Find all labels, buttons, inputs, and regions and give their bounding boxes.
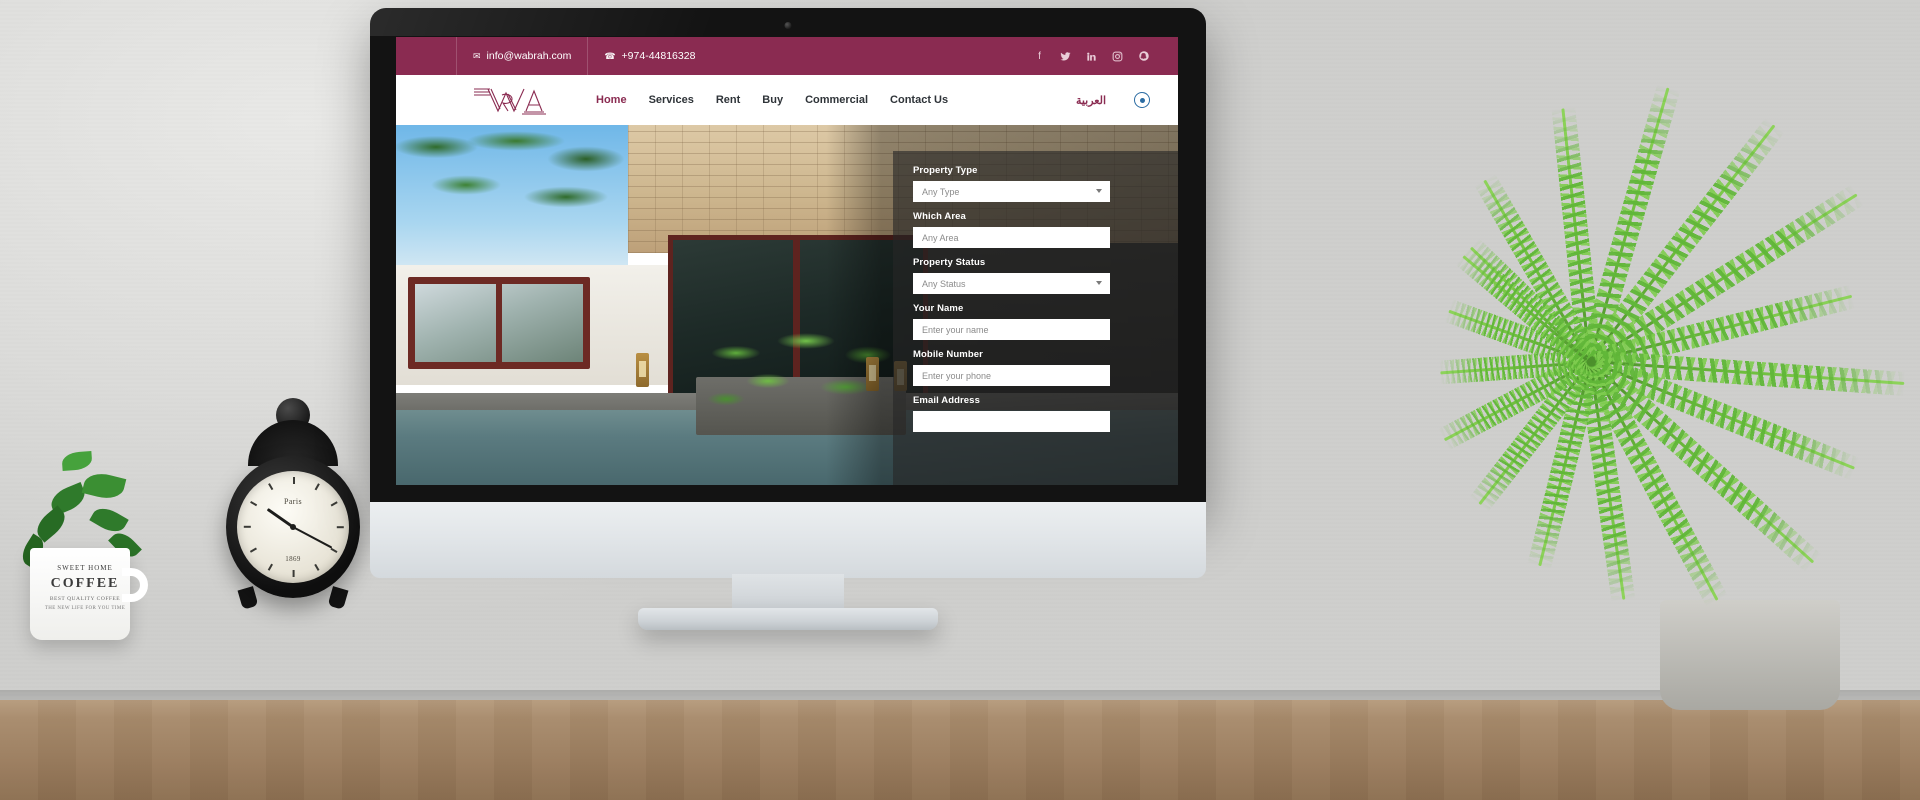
webcam-icon (784, 22, 792, 29)
field-which-area: Which Area Any Area (913, 211, 1160, 248)
topbar-email-text: info@wabrah.com (486, 50, 572, 62)
clock-foot-left (237, 586, 259, 610)
twitter-bird-shape (1060, 51, 1071, 60)
navbar-right-group: العربية (1076, 92, 1150, 108)
wabrah-logo[interactable] (472, 83, 554, 117)
select-property-type[interactable]: Any Type (913, 181, 1110, 202)
desk-scene: SWEET HOME COFFEE BEST QUALITY COFFEE TH… (0, 0, 1920, 800)
select-property-status[interactable]: Any Status (913, 273, 1110, 294)
alarm-clock: Paris 1869 (218, 398, 368, 648)
nav-links: Home Services Rent Buy Commercial Contac… (596, 94, 948, 106)
field-property-status: Property Status Any Status (913, 257, 1160, 294)
site-navbar: Home Services Rent Buy Commercial Contac… (396, 75, 1178, 125)
envelope-icon: ✉ (473, 50, 481, 61)
social-links: f (1033, 50, 1150, 63)
mug-line-2: COFFEE (50, 576, 120, 591)
account-icon-dot (1139, 97, 1145, 103)
label-your-name: Your Name (913, 303, 964, 314)
boston-fern-plant (1220, 0, 1920, 720)
linkedin-shape (1087, 52, 1096, 61)
property-search-panel: Property Type Any Type Which Area Any Ar… (893, 151, 1178, 485)
twitter-icon[interactable] (1059, 50, 1072, 63)
input-mobile-number[interactable]: Enter your phone (913, 365, 1110, 386)
instagram-shape (1112, 51, 1123, 61)
language-toggle-arabic[interactable]: العربية (1076, 94, 1106, 107)
snapchat-ghost-shape (1138, 51, 1149, 61)
snapchat-icon[interactable] (1137, 50, 1150, 63)
field-property-type: Property Type Any Type (913, 165, 1160, 202)
mug-line-4: THE NEW LIFE FOR YOU TIME (44, 606, 126, 611)
clock-face: Paris 1869 (237, 471, 349, 583)
instagram-icon[interactable] (1111, 50, 1124, 63)
label-property-status: Property Status (913, 257, 986, 268)
mug-line-1: SWEET HOME (57, 564, 113, 572)
label-mobile-number: Mobile Number (913, 349, 983, 360)
nav-link-services[interactable]: Services (649, 94, 694, 106)
topbar-phone[interactable]: ☎ +974-44816328 (588, 37, 711, 75)
nav-link-commercial[interactable]: Commercial (805, 94, 868, 106)
label-email-address: Email Address (913, 395, 980, 406)
nav-link-home[interactable]: Home (596, 94, 627, 106)
user-account-icon[interactable] (1134, 92, 1150, 108)
facebook-icon[interactable]: f (1033, 50, 1046, 63)
fern-pot (1660, 600, 1840, 710)
mug-line-3: BEST QUALITY COFFEE (49, 596, 121, 602)
clock-year-label: 1869 (285, 555, 301, 563)
field-your-name: Your Name Enter your name (913, 303, 1160, 340)
hero-banner: Property Type Any Type Which Area Any Ar… (396, 125, 1178, 485)
wra-logo-mark (474, 88, 546, 115)
mug-body (30, 548, 130, 640)
site-topbar: ✉ info@wabrah.com ☎ +974-44816328 f (396, 37, 1178, 75)
website-viewport: ✉ info@wabrah.com ☎ +974-44816328 f Home… (396, 37, 1178, 485)
coffee-mug-planter: SWEET HOME COFFEE BEST QUALITY COFFEE TH… (10, 430, 160, 670)
nav-link-buy[interactable]: Buy (762, 94, 783, 106)
input-which-area[interactable]: Any Area (913, 227, 1110, 248)
phone-icon: ☎ (604, 50, 616, 61)
clock-brand-label: Paris (284, 497, 302, 506)
facebook-glyph: f (1038, 50, 1041, 62)
input-your-name[interactable]: Enter your name (913, 319, 1110, 340)
imac-monitor: ✉ info@wabrah.com ☎ +974-44816328 f Home… (370, 8, 1206, 630)
linkedin-icon[interactable] (1085, 50, 1098, 63)
label-property-type: Property Type (913, 165, 978, 176)
input-email-address[interactable] (913, 411, 1110, 432)
nav-link-rent[interactable]: Rent (716, 94, 740, 106)
clock-minute-hand (292, 526, 333, 549)
nav-link-contact-us[interactable]: Contact Us (890, 94, 948, 106)
label-which-area: Which Area (913, 211, 966, 222)
field-email-address: Email Address (913, 395, 1160, 432)
monitor-screen: ✉ info@wabrah.com ☎ +974-44816328 f Home… (396, 37, 1178, 485)
clock-body: Paris 1869 (226, 456, 360, 598)
monitor-stand-foot (638, 608, 938, 630)
topbar-phone-text: +974-44816328 (621, 50, 696, 62)
clock-center-pin (290, 524, 296, 530)
monitor-chin (370, 502, 1206, 578)
topbar-contact-group: ✉ info@wabrah.com ☎ +974-44816328 (456, 37, 711, 75)
clock-foot-right (327, 586, 349, 610)
topbar-email[interactable]: ✉ info@wabrah.com (456, 37, 589, 75)
field-mobile-number: Mobile Number Enter your phone (913, 349, 1160, 386)
